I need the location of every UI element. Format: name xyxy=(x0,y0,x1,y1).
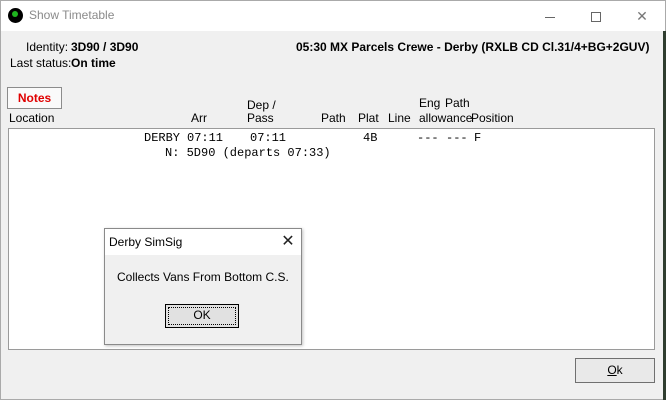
message-dialog: Derby SimSig ✕ Collects Vans From Bottom… xyxy=(104,228,302,345)
dialog-title-bar: Derby SimSig ✕ xyxy=(105,229,301,255)
maximize-button[interactable] xyxy=(573,1,619,31)
status-value: On time xyxy=(71,56,116,70)
row-plat: 4B xyxy=(363,131,378,145)
minimize-button[interactable] xyxy=(527,1,573,31)
dialog-message: Collects Vans From Bottom C.S. xyxy=(117,270,289,284)
maximize-icon xyxy=(591,12,601,23)
column-header-location: Location xyxy=(9,111,55,125)
row-dep: 07:11 xyxy=(250,131,287,145)
column-header-pathallow-top: Path xyxy=(445,96,470,110)
ok-label-rest: k xyxy=(616,363,623,377)
status-label: Last status: xyxy=(10,56,72,70)
ok-button[interactable]: Ok xyxy=(575,358,655,383)
window-title: Show Timetable xyxy=(29,8,115,22)
row-location: DERBY xyxy=(144,131,181,145)
column-header-eng-top: Eng xyxy=(419,96,441,110)
simsig-app-icon xyxy=(8,8,23,23)
column-header-path: Path xyxy=(321,111,346,125)
dialog-title: Derby SimSig xyxy=(109,235,183,249)
column-header-plat: Plat xyxy=(358,111,379,125)
column-header-line: Line xyxy=(388,111,411,125)
column-header-dep-top: Dep / xyxy=(247,98,276,112)
title-bar: Show Timetable ✕ xyxy=(1,1,665,31)
column-header-dep-bottom: Pass xyxy=(247,111,274,125)
column-header-arr: Arr xyxy=(191,111,207,125)
identity-label: Identity: xyxy=(26,40,69,54)
train-description: 05:30 MX Parcels Crewe - Derby (RXLB CD … xyxy=(296,40,650,54)
close-button[interactable]: ✕ xyxy=(619,1,665,31)
row-note: N: 5D90 (departs 07:33) xyxy=(165,146,331,160)
minimize-icon xyxy=(545,16,555,18)
identity-value: 3D90 / 3D90 xyxy=(71,40,139,54)
row-path-allowance: --- xyxy=(446,131,468,145)
ok-label-underlined: O xyxy=(607,363,617,377)
notes-button[interactable]: Notes xyxy=(7,87,62,109)
close-icon: ✕ xyxy=(636,8,648,24)
row-position: F xyxy=(474,131,482,145)
dialog-ok-button[interactable]: OK xyxy=(165,304,239,328)
timetable-window: Show Timetable ✕ Identity: 3D90 / 3D90 0… xyxy=(0,0,666,400)
focus-rectangle xyxy=(168,307,236,325)
dialog-close-button[interactable]: ✕ xyxy=(277,231,299,253)
column-header-position: Position xyxy=(471,111,514,125)
column-header-eng-bottom: allowance xyxy=(419,111,473,125)
close-icon: ✕ xyxy=(281,233,295,250)
row-arr: 07:11 xyxy=(187,131,224,145)
row-eng-allowance: --- xyxy=(417,131,439,145)
